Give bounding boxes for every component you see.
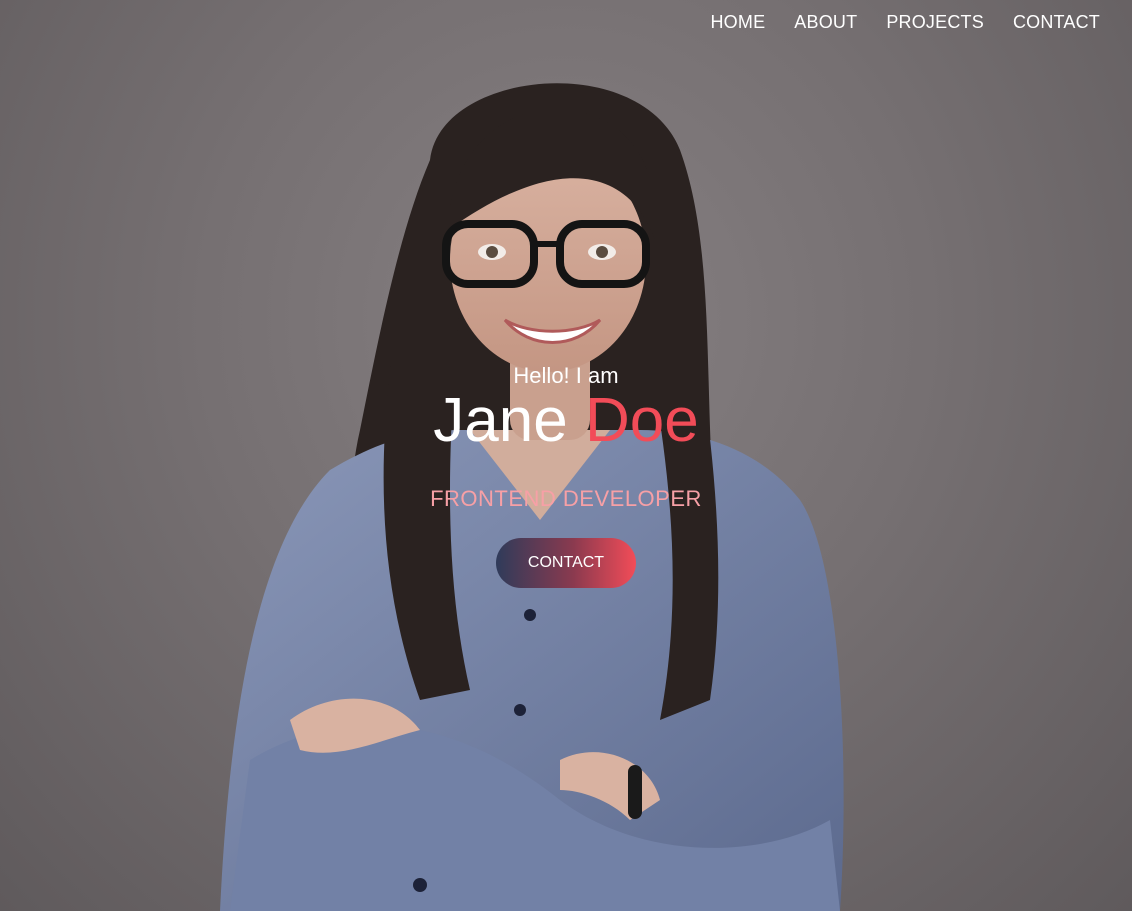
main-navigation: HOME ABOUT PROJECTS CONTACT bbox=[710, 12, 1100, 33]
nav-link-home[interactable]: HOME bbox=[710, 12, 765, 33]
hero-section: HOME ABOUT PROJECTS CONTACT Hello! I am … bbox=[0, 0, 1132, 911]
nav-link-about[interactable]: ABOUT bbox=[794, 12, 857, 33]
nav-link-projects[interactable]: PROJECTS bbox=[886, 12, 984, 33]
hero-name: Jane Doe bbox=[0, 390, 1132, 452]
hero-role: FRONTEND DEVELOPER bbox=[430, 486, 702, 511]
nav-link-contact[interactable]: CONTACT bbox=[1013, 12, 1100, 33]
hero-last-name: Doe bbox=[584, 386, 699, 455]
contact-button[interactable]: CONTACT bbox=[496, 538, 636, 588]
hero-first-name: Jane bbox=[433, 386, 568, 455]
hero-intro: Hello! I am Jane Doe FRONTEND DEVELOPER … bbox=[0, 362, 1132, 588]
